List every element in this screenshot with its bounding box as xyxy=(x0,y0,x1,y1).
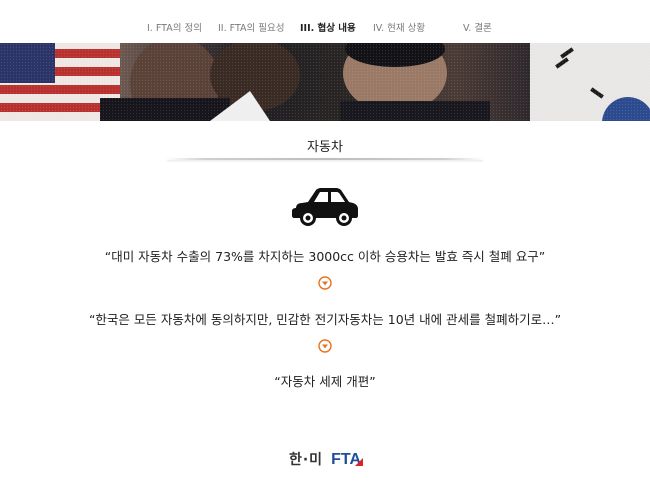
chevron-down-circle-icon xyxy=(318,339,332,353)
banner-image xyxy=(0,43,650,121)
quote-tax-reform: “자동차 세제 개편” xyxy=(274,374,376,389)
kor-us-fta-logo: 한·미 FTA xyxy=(0,449,650,469)
chevron-down-circle-icon xyxy=(318,276,332,290)
nav-item-definition[interactable]: I. FTA의 정의 xyxy=(147,20,202,34)
section-title: 자동차 xyxy=(307,140,343,155)
nav-item-current-status[interactable]: IV. 현재 상황 xyxy=(373,20,425,34)
top-nav: I. FTA의 정의 II. FTA의 필요성 III. 협상 내용 IV. 현… xyxy=(0,0,650,43)
quote-electric-car: “한국은 모든 자동차에 동의하지만, 민감한 전기자동차는 10년 내에 관세… xyxy=(88,312,562,327)
nav-item-conclusion[interactable]: V. 결론 xyxy=(463,20,492,34)
title-underline xyxy=(167,158,483,160)
logo-korean-text: 한·미 xyxy=(288,452,324,468)
logo-red-mark-icon xyxy=(355,458,364,466)
nav-item-negotiation[interactable]: III. 협상 내용 xyxy=(300,20,356,34)
car-icon xyxy=(292,188,358,226)
logo-fta-text: FTA xyxy=(331,451,364,468)
banner-photo xyxy=(0,43,650,121)
quote-passenger-car: “대미 자동차 수출의 73%를 차지하는 3000cc 이하 승용차는 발효 … xyxy=(104,249,546,264)
nav-item-necessity[interactable]: II. FTA의 필요성 xyxy=(218,20,285,34)
